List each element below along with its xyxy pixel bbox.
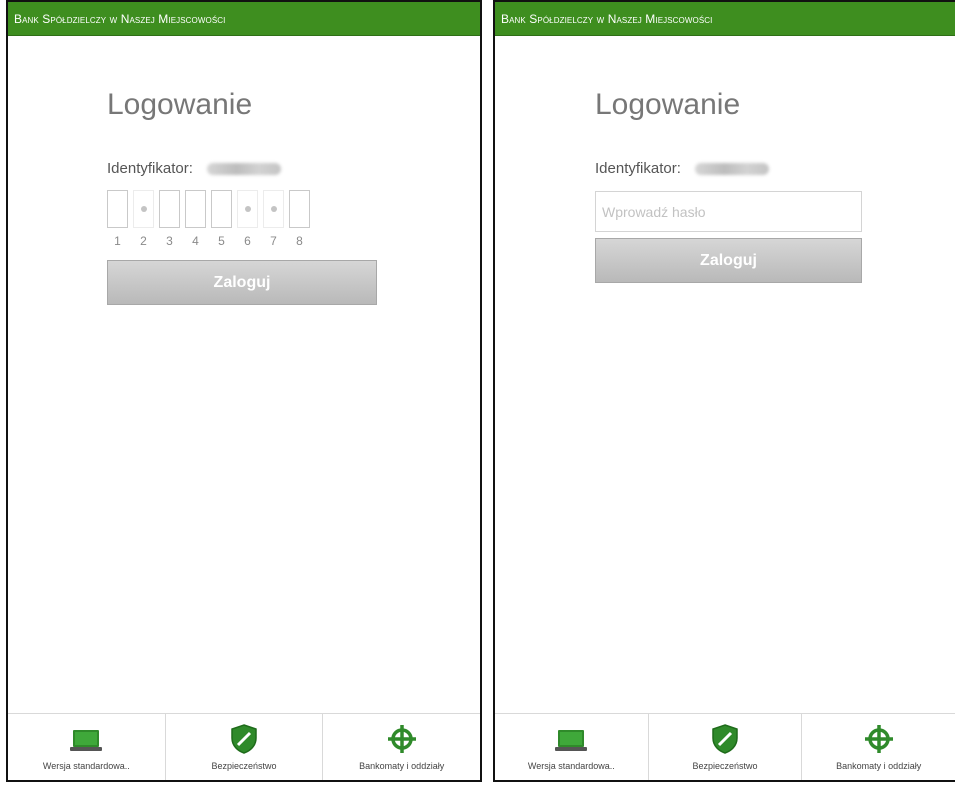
identifier-row: Identyfikator: [107,160,281,177]
identifier-value-blurred [206,162,281,175]
nav-label: Bezpieczeństwo [692,761,758,771]
crosshair-icon [387,724,417,754]
nav-security[interactable]: Bezpieczeństwo [166,714,324,780]
page-title: Logowanie [107,88,253,121]
position-number: 3 [166,234,173,248]
masked-password-boxes [107,190,310,228]
identifier-row: Identyfikator: [595,160,769,177]
crosshair-icon [864,724,894,754]
password-char-box-6-disabled [237,190,258,228]
login-button[interactable]: Zaloguj [595,238,862,283]
bottom-nav: Wersja standardowa.. Bezpieczeństwo Bank… [495,713,955,780]
identifier-label: Identyfikator: [107,160,193,177]
position-number: 4 [192,234,199,248]
nav-atms-branches[interactable]: Bankomaty i oddziały [802,714,955,780]
password-char-box-8[interactable] [289,190,310,228]
identifier-value-blurred [694,162,769,175]
bank-header: Bank Spółdzielczy w Naszej Miejscowości [8,2,480,36]
password-char-box-5[interactable] [211,190,232,228]
nav-security[interactable]: Bezpieczeństwo [649,714,803,780]
identifier-label: Identyfikator: [595,160,681,177]
disabled-dot-icon [270,206,277,212]
laptop-icon [554,724,588,754]
login-button[interactable]: Zaloguj [107,260,377,305]
nav-atms-branches[interactable]: Bankomaty i oddziały [323,714,480,780]
shield-icon [230,724,258,754]
position-number: 8 [296,234,303,248]
login-screen-masked: Bank Spółdzielczy w Naszej Miejscowości … [6,0,482,782]
password-char-box-4[interactable] [185,190,206,228]
nav-label: Wersja standardowa.. [42,761,130,771]
nav-label: Bezpieczeństwo [211,761,277,771]
nav-label: Bankomaty i oddziały [836,761,922,771]
nav-standard-version[interactable]: Wersja standardowa.. [8,714,166,780]
password-char-box-3[interactable] [159,190,180,228]
password-char-box-7-disabled [263,190,284,228]
bank-header: Bank Spółdzielczy w Naszej Miejscowości [495,2,955,36]
nav-standard-version[interactable]: Wersja standardowa.. [495,714,649,780]
disabled-dot-icon [140,206,147,212]
position-number: 2 [140,234,147,248]
position-number: 7 [270,234,277,248]
bottom-nav: Wersja standardowa.. Bezpieczeństwo Bank… [8,713,480,780]
password-input[interactable] [595,191,862,232]
position-number: 6 [244,234,251,248]
login-screen-password: Bank Spółdzielczy w Naszej Miejscowości … [493,0,955,782]
laptop-icon [69,724,103,754]
nav-label: Wersja standardowa.. [527,761,615,771]
shield-icon [711,724,739,754]
password-char-box-1[interactable] [107,190,128,228]
password-position-numbers: 1 2 3 4 5 6 7 8 [107,234,310,248]
page-title: Logowanie [595,88,741,121]
disabled-dot-icon [244,206,251,212]
nav-label: Bankomaty i oddziały [359,761,445,771]
password-char-box-2-disabled [133,190,154,228]
position-number: 5 [218,234,225,248]
position-number: 1 [114,234,121,248]
